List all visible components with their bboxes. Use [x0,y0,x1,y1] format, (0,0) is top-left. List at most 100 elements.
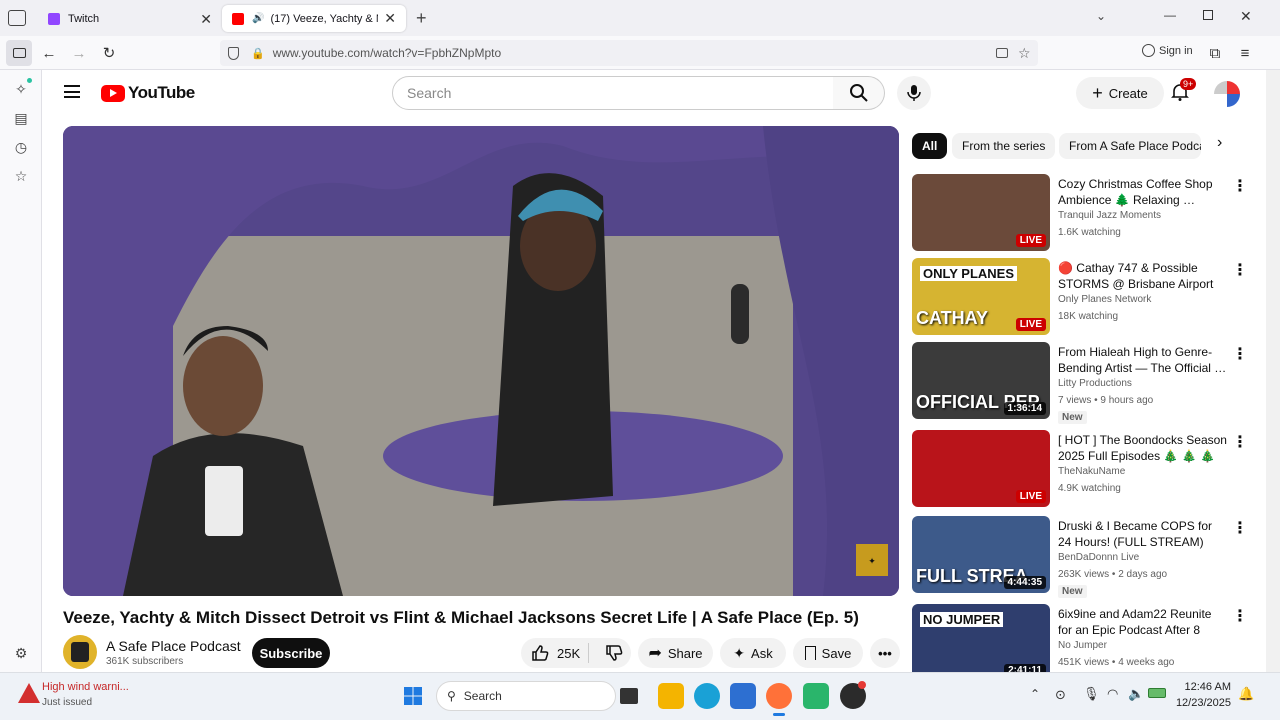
recommendation-item[interactable]: OFFICIAL PEP 1:36:14 From Hialeah High to … [912,342,1252,424]
tab-twitch[interactable]: Twitch ✕ [38,4,222,34]
volume-icon[interactable]: 🔈 [1128,686,1144,702]
tab-list-icon[interactable] [8,10,26,26]
recommendation-item[interactable]: LIVE [ HOT ] The Boondocks Season 2025 Fu… [912,430,1252,508]
like-button[interactable]: 25K [521,643,590,663]
url-text[interactable]: www.youtube.com/watch?v=FpbhZNpMpto [273,46,501,60]
recommendation-title[interactable]: 6ix9ine and Adam22 Reunite for an Epic P… [1058,606,1228,638]
thumbnail[interactable]: OFFICIAL PEP 1:36:14 [912,342,1050,419]
speaker-icon[interactable]: 🔊 [252,13,264,24]
more-options-icon[interactable]: ⋮ [1232,606,1248,626]
forward-button[interactable]: → [66,40,92,66]
recommendation-channel[interactable]: Litty Productions [1058,378,1132,389]
thumbnail[interactable]: LIVE [912,430,1050,507]
share-button[interactable]: ➦ Share [638,638,713,668]
channel-name[interactable]: A Safe Place Podcast [106,638,241,654]
search-button[interactable] [833,76,885,110]
clock-time[interactable]: 12:46 AM [1175,681,1231,693]
new-tab-button[interactable]: + [416,8,427,29]
recommendation-channel[interactable]: No Jumper [1058,640,1107,651]
minimize-button[interactable]: — [1164,8,1176,22]
notification-center-icon[interactable]: 🔔 [1238,686,1254,702]
tab-overflow-icon[interactable]: ⌄ [1096,9,1106,23]
more-actions-button[interactable]: ••• [870,638,900,668]
recommendation-title[interactable]: From Hialeah High to Genre-Bending Artis… [1058,344,1228,376]
dislike-button[interactable] [595,644,623,662]
hamburger-menu-icon[interactable] [64,85,80,98]
create-button[interactable]: + Create [1076,77,1164,109]
taskbar-search[interactable]: ⚲ Search [436,681,616,711]
history-icon[interactable]: ◷ [12,138,30,156]
more-options-icon[interactable]: ⋮ [1232,176,1248,196]
chevron-right-icon[interactable]: › [1217,134,1222,152]
recommendation-item[interactable]: NO JUMPER 2:41:11 6ix9ine and Adam22 Reuni… [912,604,1252,672]
recommendation-channel[interactable]: BenDaDonnn Live [1058,552,1139,563]
menu-icon[interactable]: ≡ [1232,40,1258,66]
shield-icon[interactable] [228,46,239,60]
lock-icon[interactable]: 🔒 [251,47,265,60]
tray-chevron-icon[interactable]: ⌃ [1030,687,1040,701]
thumbnail[interactable]: LIVE [912,174,1050,251]
firefox-icon[interactable] [766,683,792,709]
recommendation-title[interactable]: 🔴 Cathay 747 & Possible STORMS @ Brisban… [1058,260,1228,292]
more-options-icon[interactable]: ⋮ [1232,260,1248,280]
sign-in-button[interactable]: Sign in [1142,44,1193,57]
thumbnail[interactable]: ONLY PLANES CATHAY LIVE [912,258,1050,335]
chip-from-series[interactable]: From the series [952,133,1056,159]
recommendation-item[interactable]: LIVE Cozy Christmas Coffee Shop Ambience … [912,174,1252,252]
youtube-header: YouTube Search + Create 9+ [42,70,1266,116]
extensions-icon[interactable]: ⧉ [1202,40,1228,66]
subscribe-button[interactable]: Subscribe [252,638,330,668]
avatar[interactable] [1214,81,1240,107]
close-window-button[interactable]: ✕ [1240,8,1252,25]
restore-button[interactable] [1203,10,1213,20]
save-button[interactable]: Save [793,638,863,668]
page-scrollbar[interactable] [1266,70,1280,672]
start-icon[interactable] [400,683,426,709]
sidebar-toggle-button[interactable] [6,40,32,66]
recommendation-title[interactable]: [ HOT ] The Boondocks Season 2025 Full E… [1058,432,1228,464]
recommendation-item[interactable]: ONLY PLANES CATHAY LIVE 🔴 Cathay 747 & Poss… [912,258,1252,336]
recommendation-item[interactable]: FULL STREA 4:44:35 Druski & I Became COPS … [912,516,1252,598]
thumbnail[interactable]: NO JUMPER 2:41:11 [912,604,1050,672]
store-icon[interactable] [730,683,756,709]
more-options-icon[interactable]: ⋮ [1232,432,1248,452]
translate-icon[interactable] [996,48,1008,58]
wifi-icon[interactable]: ◠ [1107,686,1118,702]
channel-avatar[interactable] [63,635,97,669]
notifications-button[interactable]: 9+ [1170,78,1197,104]
search-input[interactable]: Search [392,76,834,110]
more-options-icon[interactable]: ⋮ [1232,344,1248,364]
edge-icon[interactable] [694,683,720,709]
battery-icon[interactable] [1148,688,1166,698]
recommendation-channel[interactable]: TheNakuName [1058,466,1125,477]
url-bar[interactable]: 🔒 www.youtube.com/watch?v=FpbhZNpMpto ☆ [220,40,1038,66]
synced-tabs-icon[interactable]: ▤ [12,109,30,127]
youtube-logo[interactable]: YouTube [101,83,195,103]
sidebar-settings-icon[interactable]: ⚙ [12,644,30,662]
ask-button[interactable]: ✦ Ask [720,638,786,668]
thumbnail[interactable]: FULL STREA 4:44:35 [912,516,1050,593]
recommendation-channel[interactable]: Tranquil Jazz Moments [1058,210,1161,221]
close-tab-icon[interactable]: ✕ [200,11,212,28]
more-options-icon[interactable]: ⋮ [1232,518,1248,538]
file-explorer-icon[interactable] [658,683,684,709]
recommendation-title[interactable]: Cozy Christmas Coffee Shop Ambience 🌲 Re… [1058,176,1228,208]
weather-widget[interactable]: High wind warni... Just issued [14,679,174,715]
video-player[interactable]: ✦ [63,126,899,596]
task-view-icon[interactable] [620,688,638,704]
reload-button[interactable]: ↻ [96,40,122,66]
bookmarks-icon[interactable]: ☆ [12,167,30,185]
voice-search-button[interactable] [897,76,931,110]
tray-mic-icon[interactable]: 🎙 [1083,686,1100,702]
recommendation-title[interactable]: Druski & I Became COPS for 24 Hours! (FU… [1058,518,1228,550]
recommendation-channel[interactable]: Only Planes Network [1058,294,1151,305]
chip-all[interactable]: All [912,133,948,159]
clock-date[interactable]: 12/23/2025 [1170,697,1231,709]
tab-youtube[interactable]: 🔊 (17) Veeze, Yachty & Mitch D ✕ [222,5,406,32]
close-tab-icon[interactable]: ✕ [384,10,396,27]
chip-from-channel[interactable]: From A Safe Place Podca [1059,133,1201,159]
bookmark-star-icon[interactable]: ☆ [1018,45,1031,62]
tray-status-icon[interactable]: ⊙ [1055,687,1066,703]
discord-icon[interactable] [803,683,829,709]
back-button[interactable]: ← [36,40,62,66]
